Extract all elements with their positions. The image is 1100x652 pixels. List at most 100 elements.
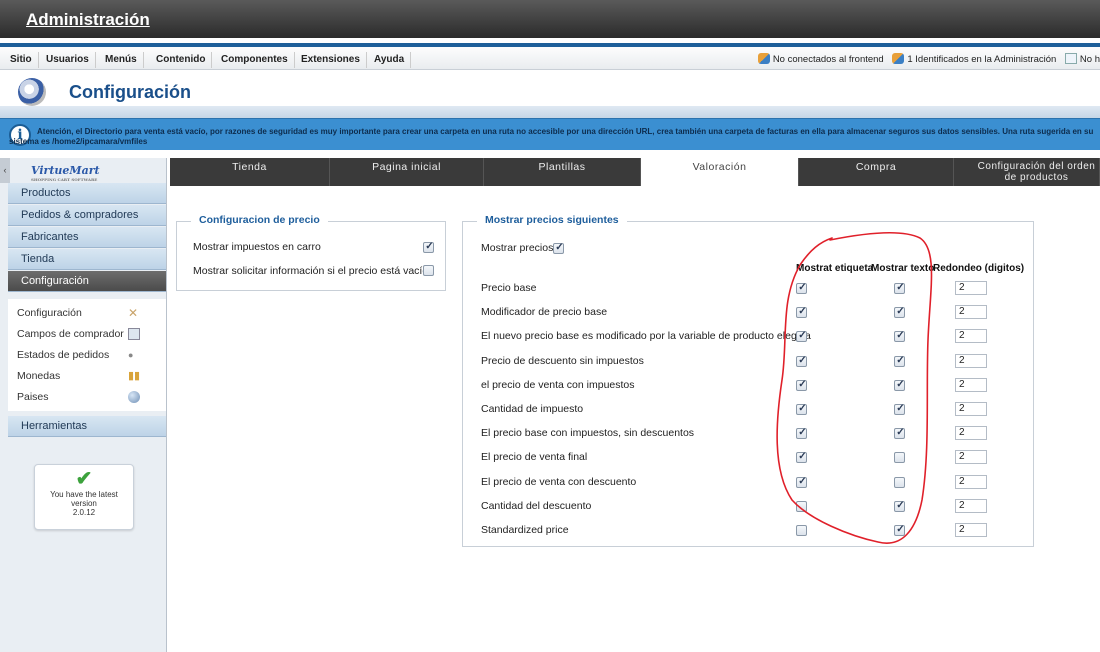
show-label-checkbox[interactable]: [796, 475, 808, 489]
rounding-input[interactable]: 2: [955, 378, 987, 392]
header-divider: [0, 106, 1100, 118]
show-tax-cart-label: Mostrar impuestos en carro: [193, 241, 321, 253]
show-label-checkbox[interactable]: [796, 501, 807, 512]
sidebar-item-label: Campos de comprador: [17, 328, 124, 340]
menu-componentes[interactable]: Componentes: [215, 52, 295, 68]
tab-pagina-inicial[interactable]: Pagina inicial: [330, 158, 484, 186]
sidebar-cat-productos[interactable]: Productos: [8, 183, 166, 204]
show-text-checkbox[interactable]: [894, 477, 905, 488]
users-icon: [757, 53, 770, 64]
show-text-checkbox[interactable]: [894, 523, 906, 537]
form-fields-icon: [128, 328, 140, 340]
sidebar-item-label: Paises: [17, 391, 49, 403]
show-label-checkbox[interactable]: [796, 329, 808, 343]
show-text-checkbox[interactable]: [894, 402, 906, 416]
sidebar-cat-tienda[interactable]: Tienda: [8, 249, 166, 270]
menu-menus[interactable]: Menús: [99, 52, 144, 68]
tools-icon: ✕: [128, 306, 139, 320]
show-label-checkbox[interactable]: [796, 305, 808, 319]
show-label-checkbox[interactable]: [796, 281, 808, 295]
price-row-label: Standardized price: [481, 524, 569, 536]
show-text-checkbox[interactable]: [894, 329, 906, 343]
rounding-input[interactable]: 2: [955, 426, 987, 440]
tab-valoracion[interactable]: Valoración: [641, 158, 799, 186]
logo-subtext: SHOPPING CART SOFTWARE: [31, 177, 98, 182]
show-text-checkbox[interactable]: [894, 305, 906, 319]
price-row-label: el precio de venta con impuestos: [481, 379, 635, 391]
show-label-checkbox[interactable]: [796, 378, 808, 392]
rounding-input[interactable]: 2: [955, 499, 987, 513]
sidebar-item-monedas[interactable]: Monedas ▮▮: [8, 366, 166, 386]
frontend-status: No conectados al frontend: [772, 54, 884, 65]
tab-orden-productos[interactable]: Configuración del orden de productos: [954, 158, 1100, 186]
sidebar-item-configuracion[interactable]: Configuración ✕: [8, 303, 166, 323]
show-label-checkbox[interactable]: [796, 450, 808, 464]
version-status-box: ✔ You have the latest version 2.0.12: [34, 464, 134, 530]
show-label-checkbox[interactable]: [796, 426, 808, 440]
coins-icon: ▮▮: [128, 370, 141, 382]
price-config-legend: Configuracion de precio: [191, 214, 328, 226]
menu-sitio[interactable]: Sitio: [4, 52, 39, 68]
rounding-input[interactable]: 2: [955, 305, 987, 319]
order-status-icon: ●: [128, 350, 134, 360]
messages-status[interactable]: No h: [1080, 54, 1100, 65]
rounding-input[interactable]: 2: [955, 402, 987, 416]
show-label-checkbox[interactable]: [796, 354, 808, 368]
version-line2: version: [71, 499, 97, 508]
price-config-fieldset: Configuracion de precio: [176, 214, 446, 291]
warning-message: i Atención, el Directorio para venta est…: [0, 118, 1100, 150]
sidebar-item-campos-comprador[interactable]: Campos de comprador: [8, 324, 166, 344]
admin-title-link[interactable]: Administración: [26, 10, 150, 30]
price-row-label: Precio base: [481, 282, 537, 294]
messages-icon: [1064, 53, 1077, 64]
show-prices-checkbox[interactable]: [553, 241, 565, 255]
rounding-input[interactable]: 2: [955, 354, 987, 368]
sidebar-item-paises[interactable]: Paises: [8, 387, 166, 407]
price-row-label: Cantidad de impuesto: [481, 403, 584, 415]
ask-price-info-checkbox[interactable]: [423, 265, 434, 276]
col-head-show-label: Mostrat etiqueta: [796, 263, 874, 274]
settings-tabs: Tienda Pagina inicial Plantillas Valorac…: [170, 158, 1100, 186]
version-number: 2.0.12: [72, 508, 96, 517]
ask-price-info-label: Mostrar solicitar información si el prec…: [193, 265, 429, 277]
show-text-checkbox[interactable]: [894, 354, 906, 368]
virtuemart-logo: VirtueMart SHOPPING CART SOFTWARE: [31, 164, 100, 182]
tab-plantillas[interactable]: Plantillas: [484, 158, 641, 186]
sidebar-cat-configuracion[interactable]: Configuración: [8, 271, 166, 292]
rounding-input[interactable]: 2: [955, 475, 987, 489]
admin-users-icon: [892, 53, 905, 64]
menu-contenido[interactable]: Contenido: [150, 52, 213, 68]
show-text-checkbox[interactable]: [894, 281, 906, 295]
virtuemart-config-icon: [18, 78, 46, 106]
menu-usuarios[interactable]: Usuarios: [40, 52, 96, 68]
sidebar-cat-pedidos[interactable]: Pedidos & compradores: [8, 205, 166, 226]
show-text-checkbox[interactable]: [894, 452, 905, 463]
rounding-input[interactable]: 2: [955, 450, 987, 464]
rounding-input[interactable]: 2: [955, 281, 987, 295]
sidebar-collapse-toggle[interactable]: ‹: [0, 158, 10, 183]
show-label-checkbox[interactable]: [796, 525, 807, 536]
admin-status: 1 Identificados en la Administración: [907, 54, 1057, 65]
page-title: Configuración: [69, 82, 191, 102]
sidebar-cat-herramientas[interactable]: Herramientas: [8, 416, 166, 437]
globe-icon: [128, 391, 140, 403]
show-label-checkbox[interactable]: [796, 402, 808, 416]
sidebar-cat-fabricantes[interactable]: Fabricantes: [8, 227, 166, 248]
price-row-label: Cantidad del descuento: [481, 500, 592, 512]
sidebar-item-estados-pedidos[interactable]: Estados de pedidos ●: [8, 345, 166, 365]
price-row-label: Precio de descuento sin impuestos: [481, 355, 644, 367]
tab-tienda[interactable]: Tienda: [170, 158, 330, 186]
menu-ayuda[interactable]: Ayuda: [368, 52, 412, 68]
menu-extensiones[interactable]: Extensiones: [295, 52, 367, 68]
show-tax-cart-checkbox[interactable]: [423, 240, 435, 254]
price-row-label: Modificador de precio base: [481, 306, 608, 318]
show-text-checkbox[interactable]: [894, 499, 906, 513]
show-text-checkbox[interactable]: [894, 426, 906, 440]
col-head-show-text: Mostrar texto: [871, 263, 935, 274]
admin-bar: Administración: [0, 0, 1100, 38]
rounding-input[interactable]: 2: [955, 523, 987, 537]
tab-compra[interactable]: Compra: [799, 158, 954, 186]
main-menu-bar: Sitio Usuarios Menús Contenido Component…: [0, 43, 1100, 70]
rounding-input[interactable]: 2: [955, 329, 987, 343]
show-text-checkbox[interactable]: [894, 378, 906, 392]
